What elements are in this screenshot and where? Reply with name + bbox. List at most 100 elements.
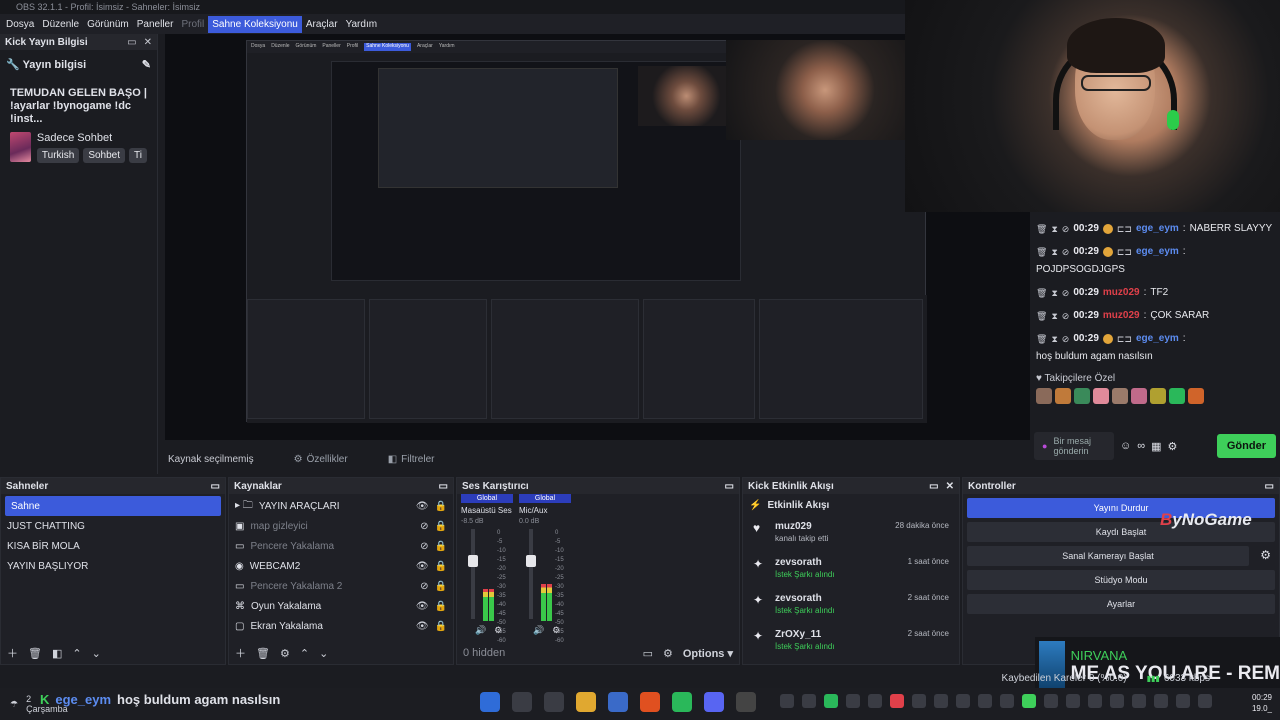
add-icon[interactable]: ＋	[235, 645, 246, 661]
ban-icon[interactable]: ⊘	[1062, 332, 1070, 346]
timeout-icon[interactable]: ⧗	[1051, 245, 1057, 259]
eye-icon[interactable]: 👁	[416, 501, 429, 512]
source-item[interactable]: ▭ Pencere Yakalama ⊘ 🔒	[229, 536, 453, 556]
mixer-settings-icon[interactable]: ⚙	[663, 647, 673, 660]
lock-icon[interactable]: 🔒	[435, 561, 447, 572]
eye-icon[interactable]: 👁	[416, 601, 429, 612]
timeout-icon[interactable]: ⧗	[1051, 222, 1057, 236]
chat-username[interactable]: ege_eym	[1136, 222, 1179, 236]
fader-track[interactable]	[471, 529, 475, 619]
source-item[interactable]: ▢ Ekran Yakalama 👁 🔒	[229, 616, 453, 636]
float-icon[interactable]: ▭	[439, 481, 448, 492]
scene-item[interactable]: Sahne	[5, 496, 221, 516]
close-icon[interactable]: ✕	[946, 481, 954, 492]
eye-icon[interactable]: 👁	[416, 561, 429, 572]
clock[interactable]: 00:29 19.0_	[1252, 692, 1272, 714]
ban-icon[interactable]: ⊘	[1062, 309, 1070, 323]
mic-icon[interactable]: ●	[1042, 441, 1047, 451]
chat-input[interactable]: ● Bir mesaj gönderin	[1034, 432, 1114, 460]
lock-icon[interactable]: 🔒	[435, 621, 447, 632]
gear-icon[interactable]: ⚙	[1260, 548, 1271, 562]
ban-icon[interactable]: ⊘	[1062, 286, 1070, 300]
obs-icon[interactable]	[736, 692, 756, 712]
lock-icon[interactable]: 🔒	[435, 501, 447, 512]
properties-button[interactable]: ⚙ Özellikler	[294, 454, 348, 465]
fader-knob[interactable]	[526, 555, 536, 567]
discord-icon[interactable]	[704, 692, 724, 712]
filters-button[interactable]: ◧ Filtreler	[388, 454, 435, 465]
control-button[interactable]: Stüdyo Modu	[967, 570, 1275, 590]
chat-username[interactable]: muz029	[1103, 309, 1140, 323]
float-icon[interactable]: ▭	[1265, 481, 1274, 492]
trash-icon[interactable]: 🗑	[1036, 309, 1047, 323]
menu-item[interactable]: Paneller	[133, 16, 178, 33]
chat-username[interactable]: ege_eym	[1136, 245, 1179, 259]
menu-item[interactable]: Yardım	[342, 16, 382, 33]
down-icon[interactable]: ⌄	[92, 647, 101, 660]
edit-icon[interactable]: ✎	[142, 58, 151, 71]
infinity-icon[interactable]: ∞	[1137, 440, 1145, 452]
source-item[interactable]: ▭ Pencere Yakalama 2 ⊘ 🔒	[229, 576, 453, 596]
control-button[interactable]: Ayarlar	[967, 594, 1275, 614]
ban-icon[interactable]: ⊘	[1062, 222, 1070, 236]
emoji-icon[interactable]: ☺	[1120, 440, 1131, 452]
trash-icon[interactable]: 🗑	[1036, 245, 1047, 259]
taskview-icon[interactable]	[544, 692, 564, 712]
store-icon[interactable]: ▦	[1151, 440, 1161, 453]
control-button[interactable]: Sanal Kamerayı Başlat	[967, 546, 1249, 566]
options-button[interactable]: Options ▾	[683, 647, 733, 660]
layout-icon[interactable]: ▭	[643, 647, 653, 660]
timeout-icon[interactable]: ⧗	[1051, 286, 1057, 300]
source-item[interactable]: ▸ 🗀 YAYIN ARAÇLARI 👁 🔒	[229, 496, 453, 516]
whatsapp-icon[interactable]	[672, 692, 692, 712]
menu-item[interactable]: Araçlar	[302, 16, 342, 33]
search-icon[interactable]	[512, 692, 532, 712]
source-item[interactable]: ⌘ Oyun Yakalama 👁 🔒	[229, 596, 453, 616]
chat-username[interactable]: muz029	[1103, 286, 1140, 300]
eye-off-icon[interactable]: ⊘	[420, 521, 428, 532]
scene-item[interactable]: KISA BİR MOLA	[1, 536, 225, 556]
trash-icon[interactable]: 🗑	[1036, 332, 1047, 346]
add-icon[interactable]: ＋	[7, 645, 18, 661]
menu-item[interactable]: Görünüm	[83, 16, 133, 33]
trash-icon[interactable]: 🗑	[1036, 222, 1047, 236]
menu-item[interactable]: Sahne Koleksiyonu	[208, 15, 302, 33]
menu-item[interactable]: Dosya	[2, 16, 38, 33]
channel-name[interactable]: Mic/Aux	[519, 506, 571, 515]
trash-icon[interactable]: 🗑	[1036, 286, 1047, 300]
eye-off-icon[interactable]: ⊘	[420, 581, 428, 592]
lock-icon[interactable]: 🔒	[435, 601, 447, 612]
tag-chip[interactable]: Sohbet	[83, 148, 126, 163]
source-item[interactable]: ◉ WEBCAM2 👁 🔒	[229, 556, 453, 576]
eye-icon[interactable]: 👁	[416, 621, 429, 632]
tag-chip[interactable]: Turkish	[36, 148, 80, 163]
scene-item[interactable]: YAYIN BAŞLIYOR	[1, 556, 225, 576]
channel-name[interactable]: Masaüstü Ses	[461, 506, 513, 515]
up-icon[interactable]: ⌃	[72, 647, 81, 660]
gear-icon[interactable]: ⚙	[280, 647, 290, 660]
ban-icon[interactable]: ⊘	[1062, 245, 1070, 259]
gear-icon[interactable]: ⚙	[1167, 440, 1177, 453]
trash-icon[interactable]: 🗑	[28, 647, 42, 660]
folder-icon[interactable]	[576, 692, 596, 712]
scene-item[interactable]: JUST CHATTING	[1, 516, 225, 536]
float-icon[interactable]: ▭	[725, 481, 734, 492]
close-icon[interactable]: ✕	[144, 37, 152, 48]
down-icon[interactable]: ⌄	[319, 647, 328, 660]
source-item[interactable]: ▣ map gizleyici ⊘ 🔒	[229, 516, 453, 536]
lock-icon[interactable]: 🔒	[435, 581, 447, 592]
timeout-icon[interactable]: ⧗	[1051, 332, 1057, 346]
up-icon[interactable]: ⌃	[300, 647, 309, 660]
fader-track[interactable]	[529, 529, 533, 619]
trash-icon[interactable]: 🗑	[256, 647, 270, 660]
start-icon[interactable]	[480, 692, 500, 712]
filter-icon[interactable]: ◧	[52, 647, 62, 660]
float-icon[interactable]: ▭	[211, 481, 220, 492]
lock-icon[interactable]: 🔒	[435, 521, 447, 532]
send-button[interactable]: Gönder	[1216, 434, 1276, 458]
float-icon[interactable]: ▭	[929, 481, 938, 492]
float-icon[interactable]: ▭	[127, 37, 136, 48]
menu-item[interactable]: Düzenle	[38, 16, 83, 33]
volume-icon[interactable]: 🔊	[475, 625, 486, 636]
store-icon[interactable]	[608, 692, 628, 712]
